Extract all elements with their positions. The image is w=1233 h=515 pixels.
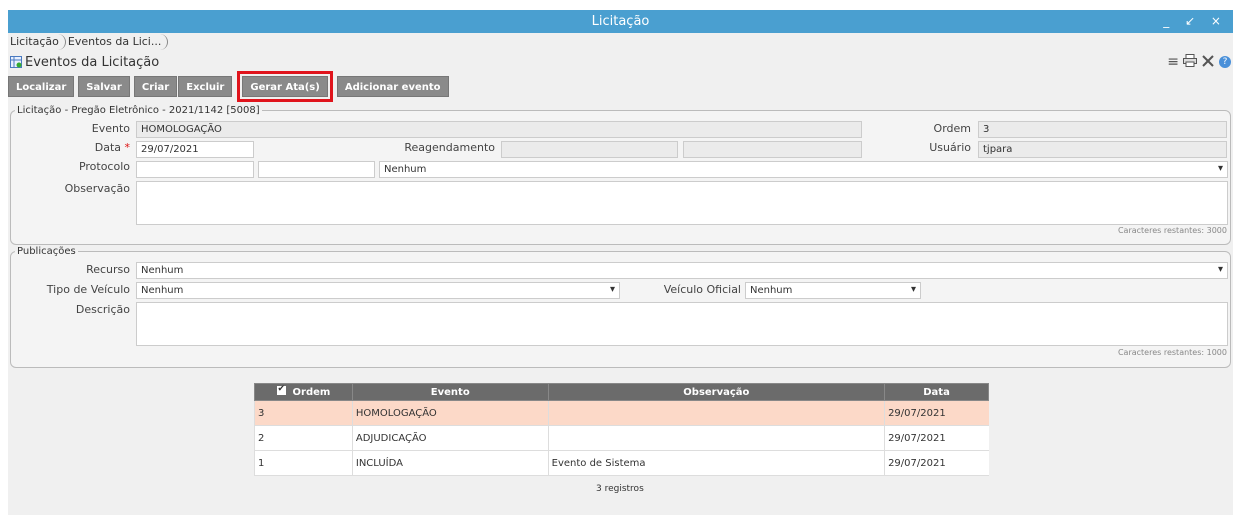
data-label-text: Data [94,141,121,154]
ordem-label: Ordem [933,122,971,135]
tools-icon[interactable] [1201,54,1215,71]
veiculo-oficial-label: Veículo Oficial [663,283,741,296]
tipo-veiculo-select-value: Nenhum [141,285,184,296]
window-controls[interactable]: _ ↙ × [1163,10,1227,33]
page-title: Eventos da Licitação [10,55,159,70]
select-all-checkbox[interactable] [276,384,286,395]
eventos-table: Ordem Evento Observação Data 3 HOMOLOGAÇ… [254,383,989,476]
cell-observacao: Evento de Sistema [547,450,885,476]
table-row[interactable]: 2 ADJUDICAÇÃO 29/07/2021 [254,425,989,451]
data-label: Data * [51,141,130,154]
header-observacao[interactable]: Observação [547,383,886,401]
print-icon[interactable] [1183,53,1197,71]
evento-field: HOMOLOGAÇÃO [136,121,862,138]
header-ordem[interactable]: Ordem [254,383,353,401]
table-header-row: Ordem Evento Observação Data [254,383,989,401]
licitacao-group: Licitação - Pregão Eletrônico - 2021/114… [10,105,1231,245]
protocolo-select[interactable]: Nenhum ▾ [379,161,1228,178]
header-ordem-label: Ordem [292,387,331,398]
reagendamento-date-field [501,141,678,158]
usuario-label: Usuário [929,141,971,154]
licitacao-legend: Licitação - Pregão Eletrônico - 2021/114… [17,105,260,116]
excluir-button[interactable]: Excluir [178,75,233,97]
toolbar: Localizar Salvar Criar Excluir Gerar Ata… [8,70,1233,102]
cell-data: 29/07/2021 [884,425,989,451]
protocolo-select-value: Nenhum [384,164,427,175]
cell-evento: ADJUDICAÇÃO [351,425,549,451]
localizar-button[interactable]: Localizar [8,75,75,97]
recurso-select-value: Nenhum [141,265,184,276]
cell-data: 29/07/2021 [884,450,989,476]
observacao-textarea[interactable] [136,181,1228,225]
page-title-label: Eventos da Licitação [25,54,160,70]
table-icon [10,56,22,68]
menu-icon[interactable]: ≡ [1167,54,1179,70]
table-row[interactable]: 1 INCLUÍDA Evento de Sistema 29/07/2021 [254,450,989,476]
chevron-down-icon: ▾ [609,284,615,295]
descricao-counter: Caracteres restantes: 1000 [1117,348,1227,357]
cell-ordem: 1 [254,450,353,476]
header-data[interactable]: Data [884,383,989,401]
breadcrumb: Licitação Eventos da Lici... [8,33,1233,51]
breadcrumb-licitacao[interactable]: Licitação [10,34,66,50]
data-field[interactable]: 29/07/2021 [136,141,254,158]
veiculo-oficial-select-value: Nenhum [750,285,793,296]
publicacoes-legend: Publicações [17,246,76,257]
licitacao-window: Licitação _ ↙ × Licitação Eventos da Lic… [8,10,1233,515]
window-title: Licitação [591,14,650,29]
cell-data: 29/07/2021 [884,400,989,426]
chevron-down-icon: ▾ [1217,264,1223,275]
cell-evento: HOMOLOGAÇÃO [351,400,549,426]
protocolo-field-1[interactable] [136,161,254,178]
recurso-select[interactable]: Nenhum ▾ [136,262,1228,279]
publicacoes-group: Publicações Recurso Nenhum ▾ Tipo de Veíc… [10,246,1231,368]
evento-label: Evento [91,122,130,135]
descricao-textarea[interactable] [136,302,1228,346]
chevron-down-icon: ▾ [1217,163,1223,174]
reagendamento-time-field [683,141,862,158]
page: Licitação _ ↙ × Licitação Eventos da Lic… [0,0,1233,515]
record-count: 3 registros [596,484,644,494]
cell-observacao [547,425,885,451]
veiculo-oficial-select[interactable]: Nenhum ▾ [745,282,921,299]
chevron-down-icon: ▾ [910,284,916,295]
salvar-button[interactable]: Salvar [78,75,130,97]
observacao-label: Observação [64,182,130,195]
header-tools: ≡ ? [1167,53,1233,71]
required-star: * [124,141,131,154]
observacao-counter: Caracteres restantes: 3000 [1117,226,1227,235]
reagendamento-label: Reagendamento [404,141,495,154]
page-header: Eventos da Licitação ≡ ? [8,51,1233,73]
ordem-field: 3 [978,121,1227,138]
cell-evento: INCLUÍDA [351,450,549,476]
title-bar: Licitação _ ↙ × [8,10,1233,33]
adicionar-evento-button[interactable]: Adicionar evento [336,75,449,97]
cell-observacao [547,400,885,426]
protocolo-field-2[interactable] [258,161,375,178]
cell-ordem: 2 [254,425,353,451]
protocolo-label: Protocolo [78,160,130,173]
table-row[interactable]: 3 HOMOLOGAÇÃO 29/07/2021 [254,400,989,426]
tipo-veiculo-select[interactable]: Nenhum ▾ [136,282,620,299]
tipo-veiculo-label: Tipo de Veículo [46,283,130,296]
help-icon[interactable]: ? [1219,56,1231,68]
header-evento[interactable]: Evento [351,383,549,401]
recurso-label: Recurso [86,263,130,276]
usuario-field: tjpara [978,141,1227,158]
breadcrumb-eventos[interactable]: Eventos da Lici... [68,34,169,50]
cell-ordem: 3 [254,400,353,426]
criar-button[interactable]: Criar [133,75,178,97]
gerar-atas-button[interactable]: Gerar Ata(s) [237,70,333,102]
descricao-label: Descrição [75,303,130,316]
